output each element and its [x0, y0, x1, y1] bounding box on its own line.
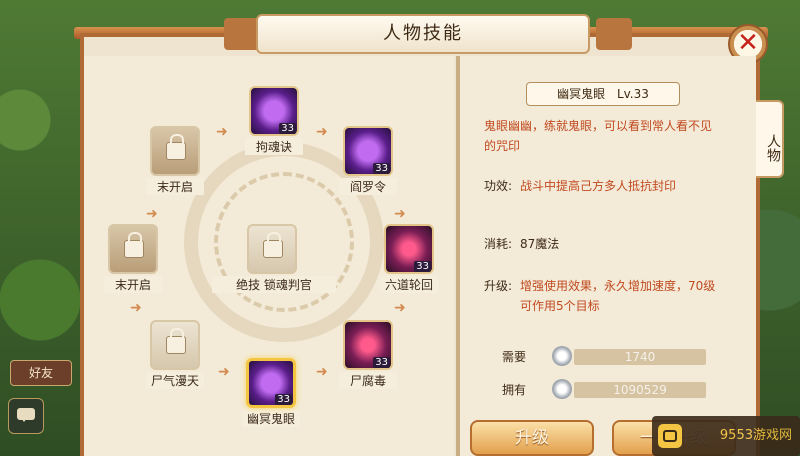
skill-detail-level: Lv.33 [616, 87, 649, 101]
skill-description: 鬼眼幽幽，练就鬼眼，可以看到常人看不见的咒印 [484, 119, 713, 153]
skill-name: 尸气漫天 [146, 372, 204, 389]
friends-button[interactable]: 好友 [10, 360, 72, 386]
skill-name: 末开启 [104, 276, 162, 293]
skill-name: 阎罗令 [339, 178, 397, 195]
watermark-logo-icon [658, 424, 682, 448]
ultimate-skill-slot[interactable]: 绝技 锁魂判官 [212, 224, 336, 293]
skill-level: 33 [373, 357, 390, 368]
skill-slot-1[interactable]: 33 拘魂诀 [245, 86, 303, 155]
skill-name: 幽冥鬼眼 [242, 410, 300, 427]
padlock-icon [166, 328, 186, 354]
effect-label: 功效: [484, 179, 513, 193]
padlock-icon [124, 232, 144, 258]
skill-level: 33 [414, 261, 431, 272]
skill-detail-name: 幽冥鬼眼 [557, 87, 606, 101]
purple-eye-icon: 33 [246, 358, 296, 408]
silver-coin-icon [552, 379, 572, 399]
chat-button[interactable] [8, 398, 44, 434]
lock-icon [108, 224, 158, 274]
skill-level: 33 [275, 394, 292, 405]
required-label: 需要 [502, 350, 527, 364]
title-ornament-left [224, 18, 260, 50]
silver-coin-icon [552, 346, 572, 366]
owned-silver-row: 拥有 1090529 [502, 379, 712, 401]
ultimate-skill-name: 绝技 锁魂判官 [212, 276, 336, 293]
upgrade-value: 增强使用效果，永久增加速度，70级可作用5个目标 [520, 279, 716, 313]
skill-slot-2[interactable]: 33 阎罗令 [339, 126, 397, 195]
panel-title-text: 人物技能 [383, 23, 463, 44]
skill-slot-5[interactable]: 33 幽冥鬼眼 [242, 358, 300, 427]
purple-spirit-icon: 33 [249, 86, 299, 136]
skill-level: 33 [279, 123, 296, 134]
skill-slot-4[interactable]: 33 尸腐毒 [339, 320, 397, 389]
arrow-icon: ➜ [130, 300, 142, 316]
skill-slot-6[interactable]: 尸气漫天 [146, 320, 204, 389]
arrow-icon: ➜ [394, 206, 406, 222]
panel-title: 人物技能 [256, 14, 590, 54]
effect-value: 战斗中提高己方多人抵抗封印 [520, 179, 677, 193]
upgrade-label: 升级: [484, 279, 513, 293]
cost-row: 消耗: 87魔法 [484, 234, 724, 254]
required-silver-row: 需要 1740 [502, 346, 712, 368]
effect-row: 功效: 战斗中提高己方多人抵抗封印 [484, 176, 724, 196]
padlock-icon [166, 134, 186, 160]
upgrade-row: 升级: 增强使用效果，永久增加速度，70级可作用5个目标 [484, 276, 724, 316]
title-ornament-right [596, 18, 632, 50]
arrow-icon: ➜ [218, 364, 230, 380]
owned-value: 1090529 [574, 382, 706, 398]
arrow-icon: ➜ [316, 364, 328, 380]
owned-label: 拥有 [502, 383, 527, 397]
skill-name: 拘魂诀 [245, 138, 303, 155]
skill-name: 末开启 [146, 178, 204, 195]
tab-character[interactable]: 人物 [756, 100, 784, 178]
cost-label: 消耗: [484, 237, 513, 251]
lock-icon [247, 224, 297, 274]
left-hud: 好友 [0, 0, 80, 456]
skill-level: 33 [373, 163, 390, 174]
purple-rune-icon: 33 [343, 126, 393, 176]
skill-slot-8[interactable]: 末开启 [146, 126, 204, 195]
skill-name: 六道轮回 [380, 276, 438, 293]
padlock-icon [263, 232, 283, 258]
cost-value: 87魔法 [520, 237, 560, 251]
arrow-icon: ➜ [146, 206, 158, 222]
skill-name: 尸腐毒 [339, 372, 397, 389]
red-poison-icon: 33 [343, 320, 393, 370]
skill-detail-header: 幽冥鬼眼 Lv.33 [526, 82, 680, 106]
skill-slot-7[interactable]: 末开启 [104, 224, 162, 293]
chat-bubble-icon [17, 408, 35, 422]
upgrade-button[interactable]: 升级 [470, 420, 594, 456]
arrow-icon: ➜ [316, 124, 328, 140]
red-demon-icon: 33 [384, 224, 434, 274]
required-value: 1740 [574, 349, 706, 365]
arrow-icon: ➜ [394, 300, 406, 316]
lock-icon [150, 320, 200, 370]
lock-icon [150, 126, 200, 176]
arrow-icon: ➜ [216, 124, 228, 140]
skill-slot-3[interactable]: 33 六道轮回 [380, 224, 438, 293]
